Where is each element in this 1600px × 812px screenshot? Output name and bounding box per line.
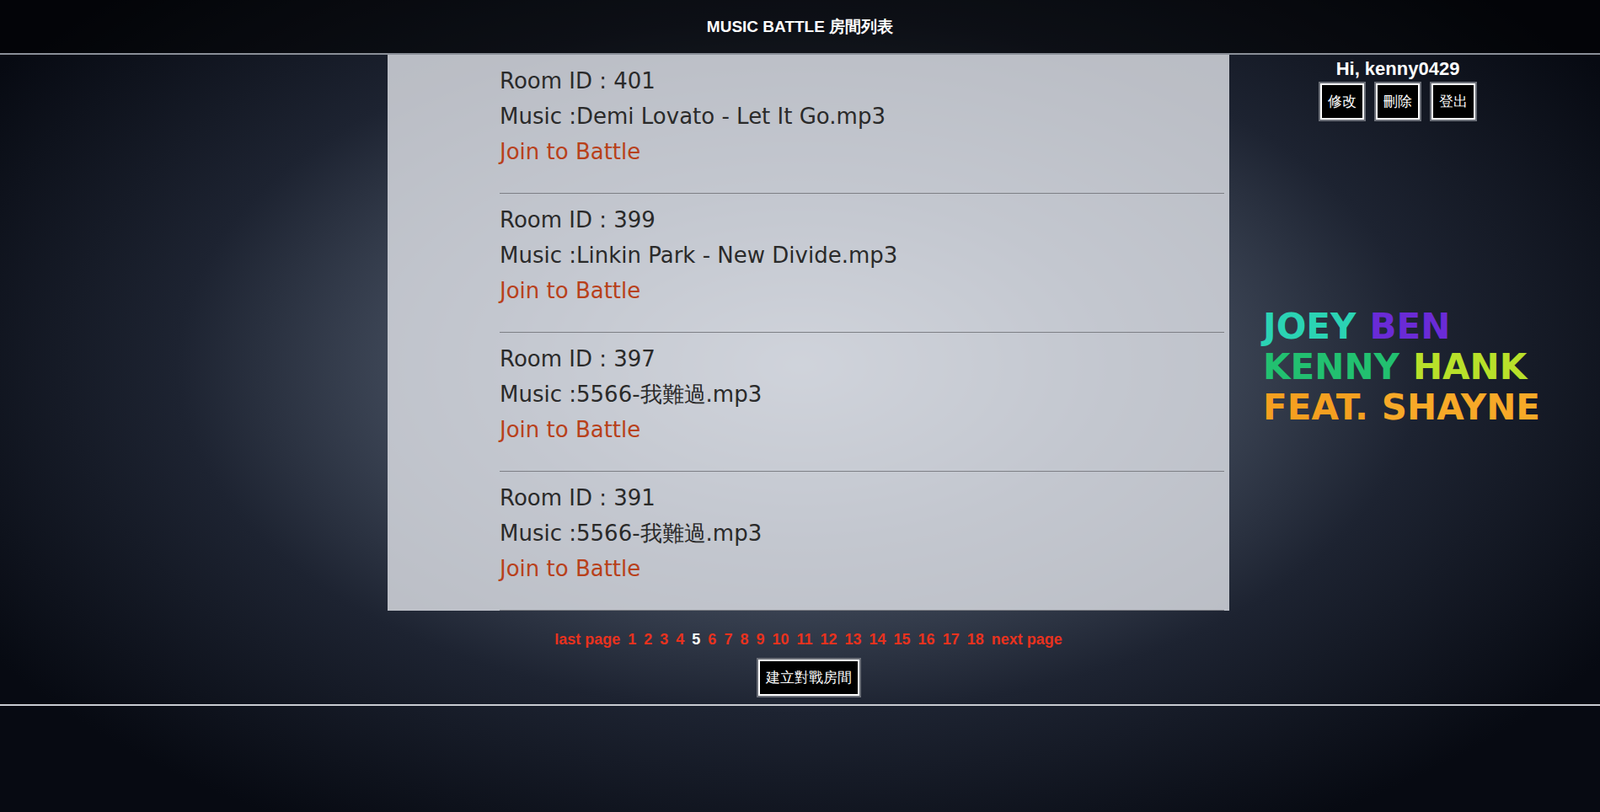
pagination: last page123456789101112131415161718next… bbox=[554, 630, 1062, 649]
user-button[interactable]: 刪除 bbox=[1375, 83, 1420, 120]
page-link[interactable]: 16 bbox=[918, 630, 936, 649]
page-link[interactable]: 14 bbox=[869, 630, 887, 649]
page-link[interactable]: 2 bbox=[643, 630, 653, 649]
page-link[interactable]: 10 bbox=[771, 630, 789, 649]
prev-page-link[interactable]: last page bbox=[554, 630, 621, 649]
page-link[interactable]: 7 bbox=[723, 630, 733, 649]
user-box: Hi, kenny0429修改刪除登出 bbox=[1262, 58, 1533, 120]
user-buttons: 修改刪除登出 bbox=[1320, 83, 1476, 120]
room-id: Room ID : 401 bbox=[499, 63, 1225, 99]
page-link[interactable]: 15 bbox=[893, 630, 911, 649]
room-music: Music :Linkin Park - New Divide.mp3 bbox=[499, 237, 1225, 273]
join-link[interactable]: Join to Battle bbox=[499, 551, 1225, 587]
credit-line: KENNY HANK bbox=[1262, 347, 1600, 388]
room-item: Room ID : 397Music :5566-我難過.mp3Join to … bbox=[499, 332, 1225, 472]
page-link[interactable]: 1 bbox=[627, 630, 637, 649]
credit-word: SHAYNE bbox=[1381, 387, 1541, 429]
join-link[interactable]: Join to Battle bbox=[499, 412, 1225, 448]
credit-line: FEAT. SHAYNE bbox=[1262, 387, 1600, 429]
page-link[interactable]: 5 bbox=[691, 630, 701, 649]
room-id: Room ID : 397 bbox=[499, 341, 1225, 377]
credits-logo: JOEY BENKENNY HANK FEAT. SHAYNE bbox=[1262, 306, 1600, 429]
credit-word: BEN bbox=[1369, 306, 1451, 348]
join-link[interactable]: Join to Battle bbox=[499, 133, 1225, 170]
room-item: Room ID : 391Music :5566-我難過.mp3Join to … bbox=[499, 471, 1225, 611]
credit-word: HANK bbox=[1412, 347, 1527, 388]
right-column: Hi, kenny0429修改刪除登出JOEYBENKENNYHANKFEAT.… bbox=[1229, 54, 1600, 696]
credit-line: JOEY BEN bbox=[1262, 306, 1600, 348]
footer-rule bbox=[0, 704, 1600, 707]
page-link[interactable]: 17 bbox=[942, 630, 960, 649]
user-greeting: Hi, kenny0429 bbox=[1336, 58, 1461, 81]
room-item: Room ID : 401Music :Demi Lovato - Let It… bbox=[499, 54, 1225, 194]
page-link[interactable]: 9 bbox=[755, 630, 765, 649]
left-spacer bbox=[0, 54, 388, 696]
room-music: Music :Demi Lovato - Let It Go.mp3 bbox=[499, 98, 1225, 134]
join-link[interactable]: Join to Battle bbox=[499, 272, 1225, 309]
page-link[interactable]: 18 bbox=[967, 630, 985, 649]
page-link[interactable]: 13 bbox=[845, 630, 862, 649]
credit-word: FEAT. bbox=[1262, 387, 1369, 429]
header-bar: MUSIC BATTLE 房間列表 bbox=[0, 0, 1600, 55]
next-page-link[interactable]: next page bbox=[991, 630, 1063, 649]
main-area: Room ID : 401Music :Demi Lovato - Let It… bbox=[0, 54, 1600, 696]
room-id: Room ID : 391 bbox=[499, 480, 1225, 516]
room-music: Music :5566-我難過.mp3 bbox=[499, 376, 1225, 413]
page-link[interactable]: 12 bbox=[819, 630, 837, 649]
credit-word: KENNY bbox=[1262, 347, 1400, 388]
credit-word: JOEY bbox=[1262, 306, 1356, 348]
room-item: Room ID : 399Music :Linkin Park - New Di… bbox=[499, 193, 1225, 333]
room-id: Room ID : 399 bbox=[499, 202, 1225, 238]
page-link[interactable]: 8 bbox=[739, 630, 749, 649]
user-button[interactable]: 登出 bbox=[1431, 83, 1476, 120]
room-music: Music :5566-我難過.mp3 bbox=[499, 515, 1225, 552]
page-link[interactable]: 6 bbox=[707, 630, 717, 649]
room-list: Room ID : 401Music :Demi Lovato - Let It… bbox=[387, 54, 1230, 611]
page-link[interactable]: 11 bbox=[796, 630, 813, 649]
page-link[interactable]: 4 bbox=[675, 630, 685, 649]
create-wrap: 建立對戰房間 bbox=[758, 659, 860, 696]
user-button[interactable]: 修改 bbox=[1320, 83, 1365, 120]
page: MUSIC BATTLE 房間列表 Room ID : 401Music :Dem… bbox=[0, 0, 1600, 812]
create-room-button[interactable]: 建立對戰房間 bbox=[758, 659, 860, 696]
center-column: Room ID : 401Music :Demi Lovato - Let It… bbox=[387, 54, 1230, 696]
page-link[interactable]: 3 bbox=[659, 630, 669, 649]
page-title: MUSIC BATTLE 房間列表 bbox=[706, 16, 894, 38]
